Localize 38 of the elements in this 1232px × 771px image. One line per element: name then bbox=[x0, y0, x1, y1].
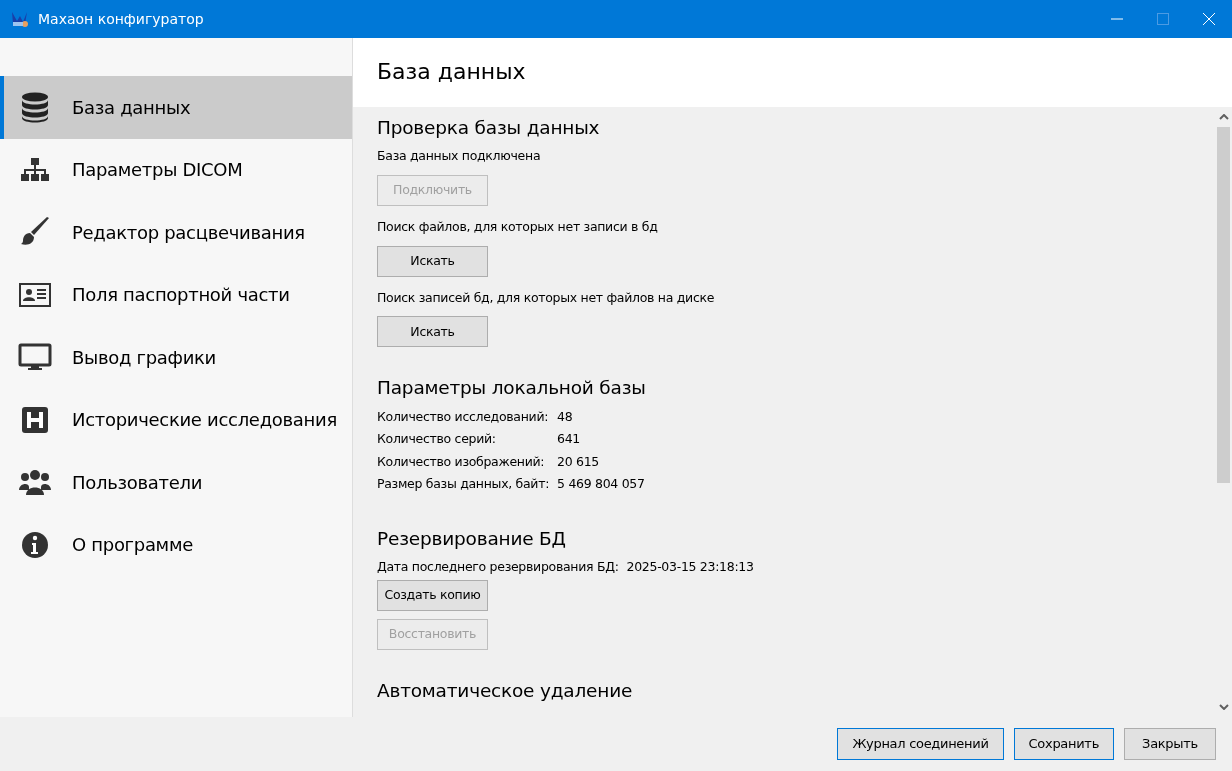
action-button[interactable]: Искать bbox=[377, 245, 488, 277]
stat-label: Размер базы данных, байт: bbox=[377, 475, 551, 494]
scrollbar-thumb[interactable] bbox=[1217, 127, 1230, 483]
section-heading: Параметры локальной базы bbox=[377, 377, 647, 400]
sidebar-item[interactable]: Пользователи bbox=[0, 451, 352, 514]
section-heading: Резервирование БД bbox=[377, 527, 567, 550]
maximize-icon bbox=[1157, 13, 1169, 25]
dialog-button[interactable]: Закрыть bbox=[1124, 728, 1216, 760]
stat-value: 641 bbox=[557, 430, 580, 449]
sidebar-item[interactable]: Исторические исследования bbox=[0, 388, 352, 451]
scroll-down-icon[interactable] bbox=[1218, 704, 1229, 710]
stat-label: Количество изображений: bbox=[377, 452, 546, 471]
sidebar-item[interactable]: Поля паспортной части bbox=[0, 263, 352, 326]
action-button[interactable]: Искать bbox=[377, 316, 488, 348]
stat-label: Количество серий: bbox=[377, 430, 497, 449]
sidebar-item[interactable]: Вывод графики bbox=[0, 326, 352, 389]
dialog-button[interactable]: Сохранить bbox=[1013, 728, 1114, 760]
scroll-up-icon[interactable] bbox=[1218, 114, 1229, 120]
sidebar-item[interactable]: Редактор расцвечивания bbox=[0, 201, 352, 264]
status-text: Поиск файлов, для которых нет записи в бд bbox=[377, 217, 659, 236]
sidebar-item[interactable]: База данных bbox=[0, 76, 352, 139]
stat-label: Дата последнего резервирования БД: bbox=[377, 557, 620, 576]
stat-value: 5 469 804 057 bbox=[557, 475, 645, 494]
stat-value: 2025-03-15 23:18:13 bbox=[626, 557, 754, 576]
dialog-button[interactable]: Журнал соединений bbox=[837, 728, 1004, 760]
status-text: База данных подключена bbox=[377, 147, 542, 166]
section-heading: Проверка базы данных bbox=[377, 117, 601, 140]
sidebar-item[interactable]: О программе bbox=[0, 513, 352, 576]
page-title: База данных bbox=[377, 59, 526, 86]
close-icon bbox=[1203, 13, 1215, 25]
window-title: Махаон конфигуратор bbox=[38, 9, 205, 29]
section-heading: Автоматическое удаление bbox=[377, 680, 634, 703]
stat-label: Количество исследований: bbox=[377, 407, 550, 426]
stat-value: 20 615 bbox=[557, 452, 599, 471]
stat-value: 48 bbox=[557, 407, 573, 426]
status-text: Поиск записей бд, для которых нет файлов на диске bbox=[377, 288, 716, 307]
sidebar-item[interactable]: Параметры DICOM bbox=[0, 138, 352, 201]
action-button[interactable]: Создать копию bbox=[377, 580, 488, 612]
